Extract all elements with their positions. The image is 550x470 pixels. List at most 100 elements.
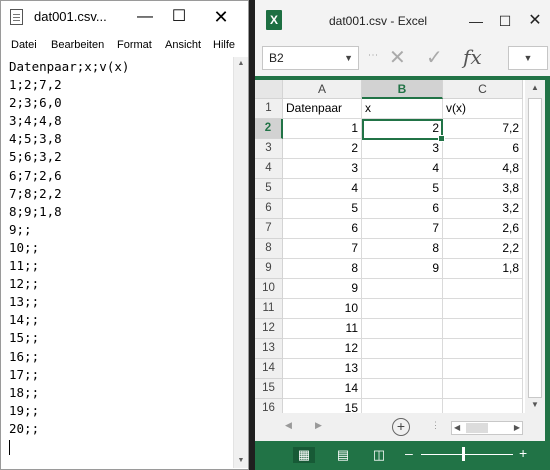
notepad-title-bar[interactable]: dat001.csv... — ☐ ✕ — [1, 1, 248, 33]
formula-expand-icon[interactable]: ▼ — [524, 53, 533, 63]
horizontal-scrollbar[interactable]: ◀ ▶ — [451, 421, 523, 435]
vertical-scroll-thumb[interactable] — [528, 98, 542, 398]
menu-datei[interactable]: Datei — [11, 39, 37, 51]
cell-a7[interactable]: 6 — [283, 219, 362, 239]
row-header[interactable]: 1 — [255, 99, 283, 119]
chevron-down-icon[interactable]: ▼ — [344, 47, 353, 69]
formula-input[interactable]: ▼ — [508, 46, 548, 70]
menu-hilfe[interactable]: Hilfe — [213, 39, 235, 51]
cell-b10[interactable] — [362, 279, 443, 299]
excel-vertical-scrollbar[interactable]: ▲ ▼ — [525, 80, 545, 413]
cell-a12[interactable]: 11 — [283, 319, 362, 339]
cell-c15[interactable] — [443, 379, 523, 399]
sheet-next-icon[interactable]: ▶ — [315, 420, 322, 431]
cell-b1[interactable]: x — [362, 99, 443, 119]
maximize-button[interactable]: ☐ — [159, 1, 199, 33]
cell-b11[interactable] — [362, 299, 443, 319]
column-header-a[interactable]: A — [283, 80, 362, 99]
zoom-out-icon[interactable]: – — [405, 445, 413, 461]
row-header[interactable]: 7 — [255, 219, 283, 239]
name-box[interactable]: B2 ▼ — [262, 46, 359, 70]
row-header[interactable]: 11 — [255, 299, 283, 319]
row-header[interactable]: 12 — [255, 319, 283, 339]
cell-c11[interactable] — [443, 299, 523, 319]
cell-a13[interactable]: 12 — [283, 339, 362, 359]
cell-c12[interactable] — [443, 319, 523, 339]
cell-b12[interactable] — [362, 319, 443, 339]
select-all-corner[interactable] — [255, 80, 283, 99]
close-button[interactable]: ✕ — [201, 1, 241, 33]
cell-a10[interactable]: 9 — [283, 279, 362, 299]
excel-maximize-button[interactable]: ☐ — [492, 8, 518, 34]
row-header[interactable]: 3 — [255, 139, 283, 159]
cell-c5[interactable]: 3,8 — [443, 179, 523, 199]
cell-b6[interactable]: 6 — [362, 199, 443, 219]
cell-a9[interactable]: 8 — [283, 259, 362, 279]
sheet-options-icon[interactable]: ⋮ — [431, 420, 440, 431]
cell-b9[interactable]: 9 — [362, 259, 443, 279]
cell-c16[interactable] — [443, 399, 523, 413]
row-header[interactable]: 6 — [255, 199, 283, 219]
row-header[interactable]: 8 — [255, 239, 283, 259]
menu-format[interactable]: Format — [117, 39, 152, 51]
horizontal-scroll-thumb[interactable] — [466, 423, 488, 433]
cell-c10[interactable] — [443, 279, 523, 299]
cell-b4[interactable]: 4 — [362, 159, 443, 179]
cell-a8[interactable]: 7 — [283, 239, 362, 259]
scroll-down-icon[interactable]: ▼ — [525, 397, 545, 413]
cell-a11[interactable]: 10 — [283, 299, 362, 319]
scroll-left-icon[interactable]: ◀ — [454, 422, 460, 434]
cell-b16[interactable] — [362, 399, 443, 413]
excel-title-bar[interactable]: X dat001.csv - Excel — ☐ ✕ — [255, 0, 550, 42]
cell-c4[interactable]: 4,8 — [443, 159, 523, 179]
cell-a2[interactable]: 1 — [283, 119, 362, 139]
row-header[interactable]: 2 — [255, 119, 283, 139]
excel-close-button[interactable]: ✕ — [522, 8, 548, 34]
cell-b3[interactable]: 3 — [362, 139, 443, 159]
row-header[interactable]: 15 — [255, 379, 283, 399]
cell-a3[interactable]: 2 — [283, 139, 362, 159]
row-header[interactable]: 9 — [255, 259, 283, 279]
zoom-slider-thumb[interactable] — [462, 447, 465, 461]
cell-b5[interactable]: 5 — [362, 179, 443, 199]
row-header[interactable]: 13 — [255, 339, 283, 359]
scroll-right-icon[interactable]: ▶ — [514, 422, 520, 434]
cell-b8[interactable]: 8 — [362, 239, 443, 259]
cell-a4[interactable]: 3 — [283, 159, 362, 179]
zoom-in-icon[interactable]: + — [519, 445, 527, 461]
notepad-text-area[interactable]: Datenpaar;x;v(x) 1;2;7,2 2;3;6,0 3;4;4,8 4;5… — [9, 58, 237, 464]
cell-c7[interactable]: 2,6 — [443, 219, 523, 239]
cell-c8[interactable]: 2,2 — [443, 239, 523, 259]
menu-ansicht[interactable]: Ansicht — [165, 39, 201, 51]
cell-c2[interactable]: 7,2 — [443, 119, 523, 139]
row-header[interactable]: 10 — [255, 279, 283, 299]
menu-bearbeiten[interactable]: Bearbeiten — [51, 39, 104, 51]
row-header[interactable]: 16 — [255, 399, 283, 413]
cell-c3[interactable]: 6 — [443, 139, 523, 159]
normal-view-icon[interactable]: ▦ — [293, 447, 315, 463]
cell-b14[interactable] — [362, 359, 443, 379]
cancel-icon[interactable]: ✕ — [389, 45, 406, 70]
cell-a15[interactable]: 14 — [283, 379, 362, 399]
cell-c14[interactable] — [443, 359, 523, 379]
excel-minimize-button[interactable]: — — [463, 8, 489, 34]
insert-function-icon[interactable]: fx — [463, 45, 482, 69]
notepad-vertical-scrollbar[interactable]: ▲ ▼ — [233, 57, 248, 468]
cell-c6[interactable]: 3,2 — [443, 199, 523, 219]
cell-c13[interactable] — [443, 339, 523, 359]
enter-check-icon[interactable]: ✓ — [426, 45, 443, 70]
cell-a5[interactable]: 4 — [283, 179, 362, 199]
cell-a6[interactable]: 5 — [283, 199, 362, 219]
cell-c9[interactable]: 1,8 — [443, 259, 523, 279]
cell-a14[interactable]: 13 — [283, 359, 362, 379]
spreadsheet-grid[interactable]: A B C 1 Datenpaar x v(x) 2 1 2 7,2 3 2 3 6 4 3 4 4,8 5 4 5 3,8… — [255, 80, 525, 413]
column-header-c[interactable]: C — [443, 80, 523, 99]
cell-c1[interactable]: v(x) — [443, 99, 523, 119]
scroll-down-icon[interactable]: ▼ — [234, 454, 248, 468]
scroll-up-icon[interactable]: ▲ — [525, 80, 545, 96]
cell-a1[interactable]: Datenpaar — [283, 99, 362, 119]
cell-b13[interactable] — [362, 339, 443, 359]
add-sheet-icon[interactable]: + — [392, 418, 410, 436]
scroll-up-icon[interactable]: ▲ — [234, 57, 248, 71]
cell-b7[interactable]: 7 — [362, 219, 443, 239]
